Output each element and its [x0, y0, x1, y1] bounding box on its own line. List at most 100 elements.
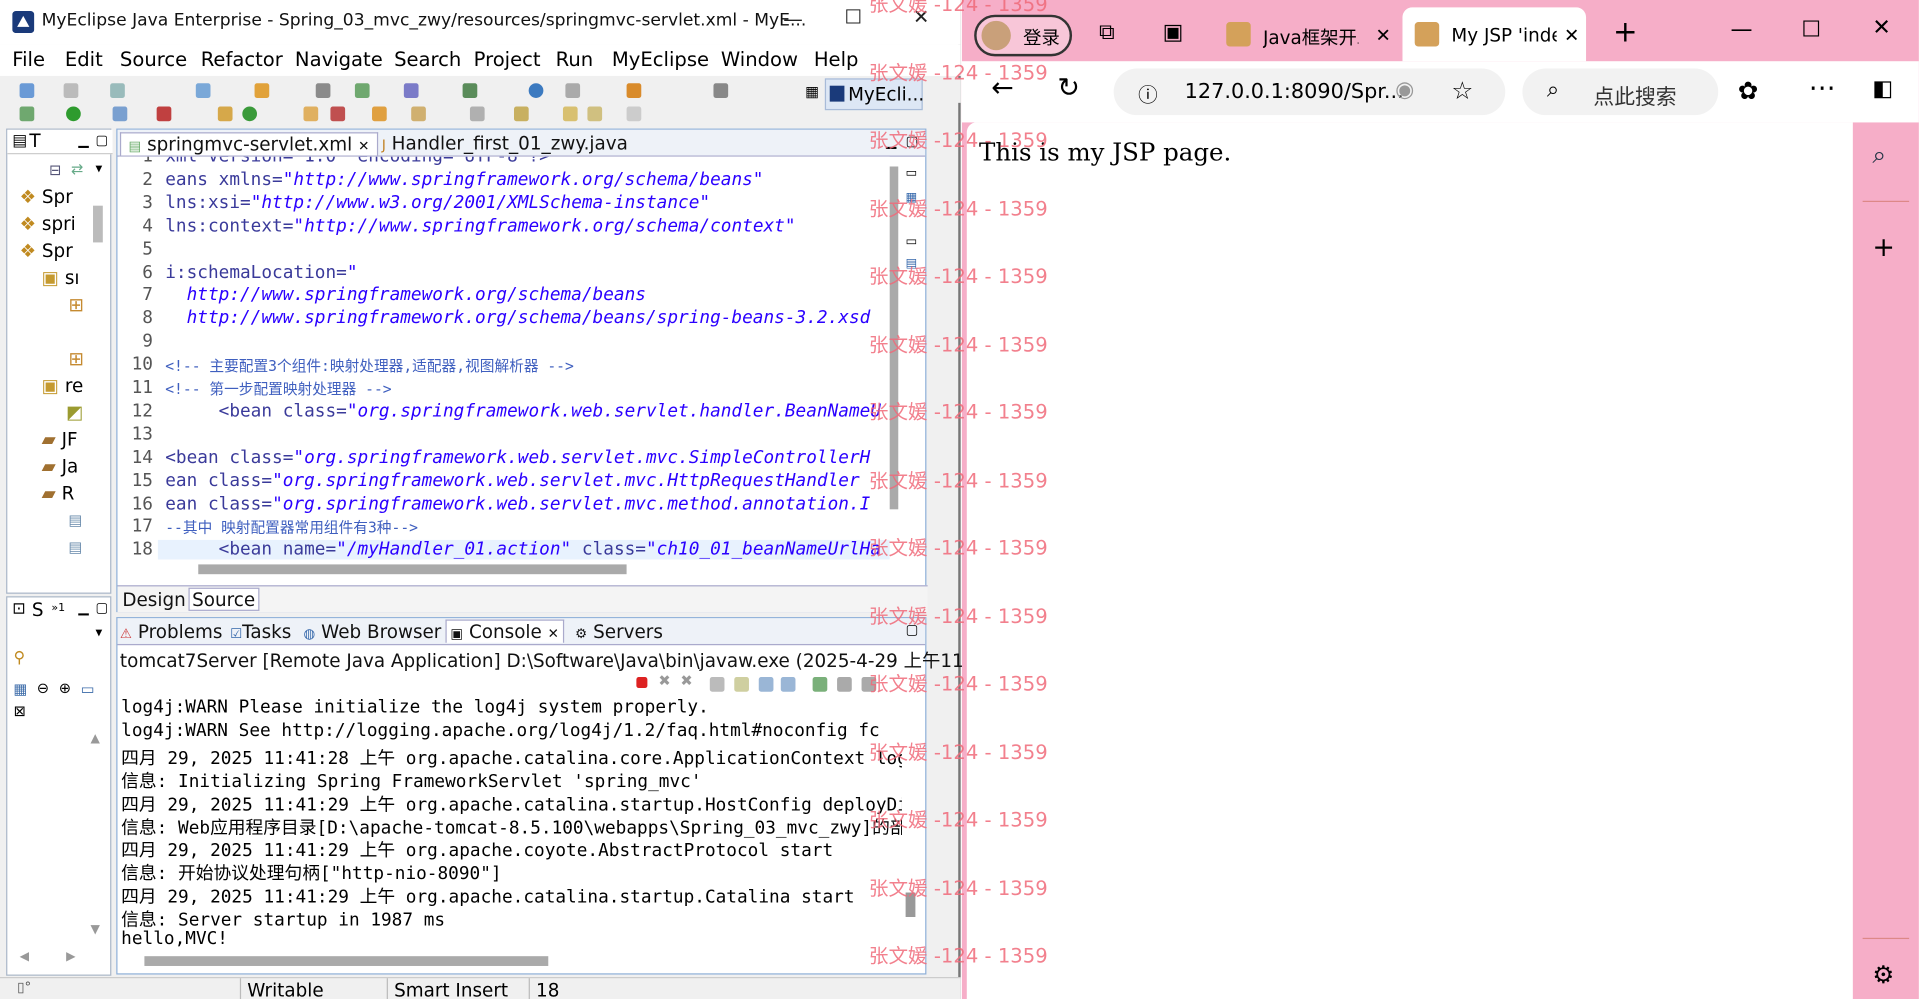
deploy-icon[interactable]	[354, 83, 370, 98]
tree-item[interactable]: ▣ re	[20, 372, 84, 399]
tree-item[interactable]: ▤	[20, 507, 84, 534]
word-wrap-icon[interactable]	[758, 677, 774, 692]
open-perspective-icon[interactable]	[626, 83, 642, 98]
tab-servers[interactable]: ⚙ Servers	[575, 621, 663, 644]
tree-item[interactable]: ▤	[20, 534, 84, 561]
remove-launch-icon[interactable]: ✖	[658, 672, 670, 689]
server-icon[interactable]	[315, 83, 331, 98]
reader-icon[interactable]: ◉	[1395, 77, 1414, 103]
zoom-in-icon[interactable]: ⊕	[59, 679, 71, 696]
tab-web-browser[interactable]: ◍ Web Browser	[304, 621, 442, 644]
show-on-output-icon[interactable]	[780, 677, 796, 692]
next-annotation-icon[interactable]	[469, 106, 485, 122]
view-menu-icon[interactable]: ▾	[95, 624, 102, 640]
menu-project[interactable]: Project	[474, 48, 541, 71]
save-icon[interactable]	[63, 83, 79, 98]
tab-tasks[interactable]: ☑Tasks	[230, 621, 291, 644]
zoom-100-icon[interactable]: ▭	[81, 681, 95, 698]
ruler-icon[interactable]: ▭	[906, 167, 918, 180]
task-icon[interactable]	[372, 106, 387, 122]
coverage-icon[interactable]	[112, 106, 128, 122]
tab-source[interactable]: Source	[188, 587, 259, 611]
tree-item[interactable]: ▰ JF	[20, 426, 84, 453]
perspective-grid-icon[interactable]: ▦	[805, 83, 819, 100]
back-icon[interactable]	[587, 106, 603, 122]
maximize-icon[interactable]: ☐	[844, 5, 862, 28]
pen-icon[interactable]	[330, 106, 346, 122]
last-edit-icon[interactable]	[562, 106, 578, 122]
browser-tab-java[interactable]: Java框架开发 ✕	[1214, 12, 1400, 59]
close-tab-icon[interactable]: ✕	[1376, 24, 1391, 46]
tab-springmvc-servlet[interactable]: ▤ springmvc-servlet.xml ✕	[119, 132, 378, 156]
open-folder-icon[interactable]	[303, 106, 319, 122]
print-icon[interactable]	[110, 83, 125, 98]
forward-icon[interactable]	[626, 106, 642, 122]
terminate-icon[interactable]	[636, 677, 648, 689]
minimize-icon[interactable]: —	[1730, 17, 1752, 43]
address-bar[interactable]: ⓘ 127.0.0.1:8090/Spr... ◉ ☆	[1113, 68, 1506, 116]
menu-help[interactable]: Help	[814, 48, 859, 71]
clear-console-icon[interactable]	[709, 677, 725, 692]
tree-item[interactable]: ⊞	[20, 345, 84, 372]
workspaces-icon[interactable]: ⧉	[1099, 20, 1115, 46]
refresh-icon[interactable]	[242, 106, 257, 122]
sidebar-add-icon[interactable]: +	[1872, 233, 1895, 264]
menu-run[interactable]: Run	[556, 48, 594, 71]
tab-console[interactable]: ▣ Console ✕	[445, 619, 564, 643]
annotation-icon[interactable]	[411, 106, 426, 122]
close-tab-icon[interactable]: ✕	[548, 626, 559, 642]
minimize-icon[interactable]: —	[783, 7, 803, 30]
new-icon[interactable]	[19, 83, 35, 98]
run-server-icon[interactable]	[462, 83, 478, 98]
scroll-lock-icon[interactable]	[734, 677, 749, 692]
tree-item[interactable]: ❖ spri	[20, 211, 84, 238]
settings-gear-icon[interactable]: ⚙	[1872, 960, 1894, 989]
tab-design[interactable]: Design	[122, 589, 185, 612]
zoom-out-icon[interactable]: ⊖	[37, 679, 49, 696]
login-button[interactable]: 登录	[974, 14, 1073, 57]
tab-actions-icon[interactable]: ▣	[1163, 20, 1184, 46]
menu-file[interactable]: File	[12, 48, 45, 71]
browser-tab-jsp[interactable]: My JSP 'inde ✕	[1402, 7, 1587, 62]
tree-item[interactable]: ❖ Spr	[20, 238, 84, 265]
maximize-icon[interactable]: ☐	[1801, 17, 1821, 43]
more-options-icon[interactable]: ⋯	[1809, 73, 1836, 104]
menu-window[interactable]: Window	[721, 48, 798, 71]
zoom-fit-icon[interactable]: ▦	[13, 681, 27, 698]
extensions-icon[interactable]: ✿	[1738, 76, 1759, 105]
prev-annotation-icon[interactable]	[513, 106, 529, 122]
tree-item[interactable]: ▣ sı	[20, 264, 84, 291]
globe-icon[interactable]	[528, 83, 544, 98]
sidebar-search-icon[interactable]: ⌕	[1872, 140, 1886, 169]
remove-all-icon[interactable]: ✖	[680, 672, 692, 689]
display-console-icon[interactable]	[837, 677, 852, 692]
console-output[interactable]: log4j:WARN Please initialize the log4j s…	[118, 695, 902, 947]
editor-horizontal-scrollbar[interactable]	[198, 564, 627, 575]
tree-item[interactable]: ❖ Spr	[20, 184, 84, 211]
tab-handler-java[interactable]: J Handler_first_01_zwy.java	[374, 132, 635, 155]
new-class-icon[interactable]	[217, 106, 233, 122]
maximize-view-icon[interactable]: ▢	[95, 600, 108, 616]
menu-navigate[interactable]: Navigate	[295, 48, 383, 71]
explorer-scrollbar[interactable]	[93, 205, 103, 243]
refresh-icon[interactable]: ↻	[1057, 73, 1080, 104]
scroll-down-icon[interactable]: ▼	[91, 923, 100, 936]
new-tab-icon[interactable]: +	[1613, 15, 1638, 49]
menu-search[interactable]: Search	[394, 48, 461, 71]
hierarchy-icon[interactable]: ⚲	[13, 649, 25, 667]
minimize-view-icon[interactable]: ▁	[78, 132, 88, 148]
package-explorer-tab[interactable]: ▤ T ▁ ▢	[7, 129, 113, 155]
package-icon[interactable]	[254, 83, 270, 98]
close-tab-icon[interactable]: ✕	[358, 138, 369, 154]
back-nav-icon[interactable]	[565, 83, 581, 98]
view-menu-icon[interactable]: ▾	[95, 160, 102, 176]
ruler-icon[interactable]: ▭	[906, 235, 918, 248]
favorite-star-icon[interactable]: ☆	[1451, 76, 1473, 105]
close-tab-icon[interactable]: ✕	[1564, 24, 1579, 46]
site-info-icon[interactable]: ⓘ	[1138, 78, 1158, 107]
tab-problems[interactable]: ⚠ Problems	[120, 621, 223, 644]
scroll-right-icon[interactable]: ▶	[66, 950, 75, 963]
tree-item[interactable]: ◩	[20, 399, 84, 426]
grid-icon[interactable]: ⊠	[13, 703, 25, 720]
console-horizontal-scrollbar[interactable]	[144, 956, 549, 966]
